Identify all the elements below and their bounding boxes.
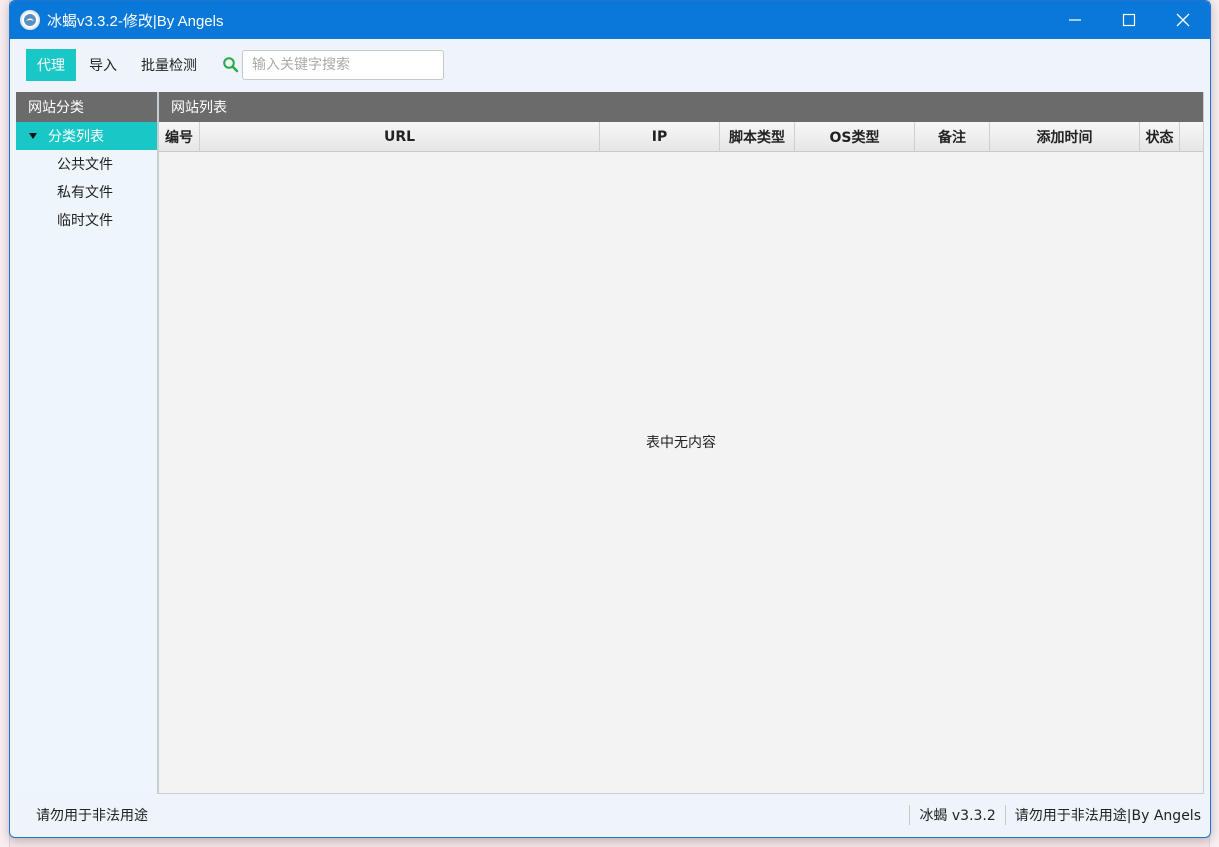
close-button[interactable] [1156,1,1210,39]
category-panel: 网站分类 分类列表 公共文件 私有文件 临时文件 [16,92,159,794]
minimize-button[interactable] [1048,1,1102,39]
tree-root-label: 分类列表 [48,129,104,145]
column-header-id[interactable]: 编号 [159,122,200,152]
window-title: 冰蝎v3.3.2-修改|By Angels [47,12,224,30]
maximize-icon [1122,13,1136,27]
empty-table-message: 表中无内容 [646,435,716,451]
main-area: 网站分类 分类列表 公共文件 私有文件 临时文件 网站列表 编号 URL IP … [16,92,1204,794]
category-panel-header: 网站分类 [16,92,157,122]
column-header-os-type[interactable]: OS类型 [795,122,915,152]
site-list-header: 网站列表 [159,92,1203,122]
column-header-status[interactable]: 状态 [1140,122,1180,152]
column-header-added-time[interactable]: 添加时间 [990,122,1140,152]
status-bar: 请勿用于非法用途 冰蝎 v3.3.2 请勿用于非法用途|By Angels [10,793,1210,837]
status-separator [1004,805,1006,825]
column-header-url[interactable]: URL [200,122,600,152]
search-icon [223,57,239,73]
app-logo-icon [20,10,40,30]
toolbar: 代理 导入 批量检测 [10,39,1210,91]
expand-arrow-icon[interactable] [28,131,38,141]
title-bar[interactable]: 冰蝎v3.3.2-修改|By Angels [10,1,1210,39]
close-icon [1176,13,1190,27]
maximize-button[interactable] [1102,1,1156,39]
column-header-script-type[interactable]: 脚本类型 [720,122,795,152]
minimize-icon [1069,19,1081,21]
status-separator [909,805,911,825]
status-left-text: 请勿用于非法用途 [36,808,148,824]
table-header: 编号 URL IP 脚本类型 OS类型 备注 添加时间 状态 [159,122,1203,152]
batch-check-button[interactable]: 批量检测 [130,49,208,81]
search-input[interactable] [242,50,444,80]
tree-item-temp[interactable]: 临时文件 [16,206,157,234]
tree-root-category-list[interactable]: 分类列表 [16,122,157,150]
proxy-button[interactable]: 代理 [26,49,76,81]
column-header-note[interactable]: 备注 [915,122,990,152]
app-window: 冰蝎v3.3.2-修改|By Angels 代理 导入 批量检测 网站分类 [9,0,1211,838]
status-right-text: 请勿用于非法用途|By Angels [1014,808,1201,824]
import-button[interactable]: 导入 [78,49,128,81]
column-header-ip[interactable]: IP [600,122,720,152]
status-version: 冰蝎 v3.3.2 [919,808,996,824]
tree-item-private[interactable]: 私有文件 [16,178,157,206]
window-controls [1048,1,1210,39]
tree-item-public[interactable]: 公共文件 [16,150,157,178]
site-list-panel: 网站列表 编号 URL IP 脚本类型 OS类型 备注 添加时间 状态 表中无内… [159,92,1204,794]
